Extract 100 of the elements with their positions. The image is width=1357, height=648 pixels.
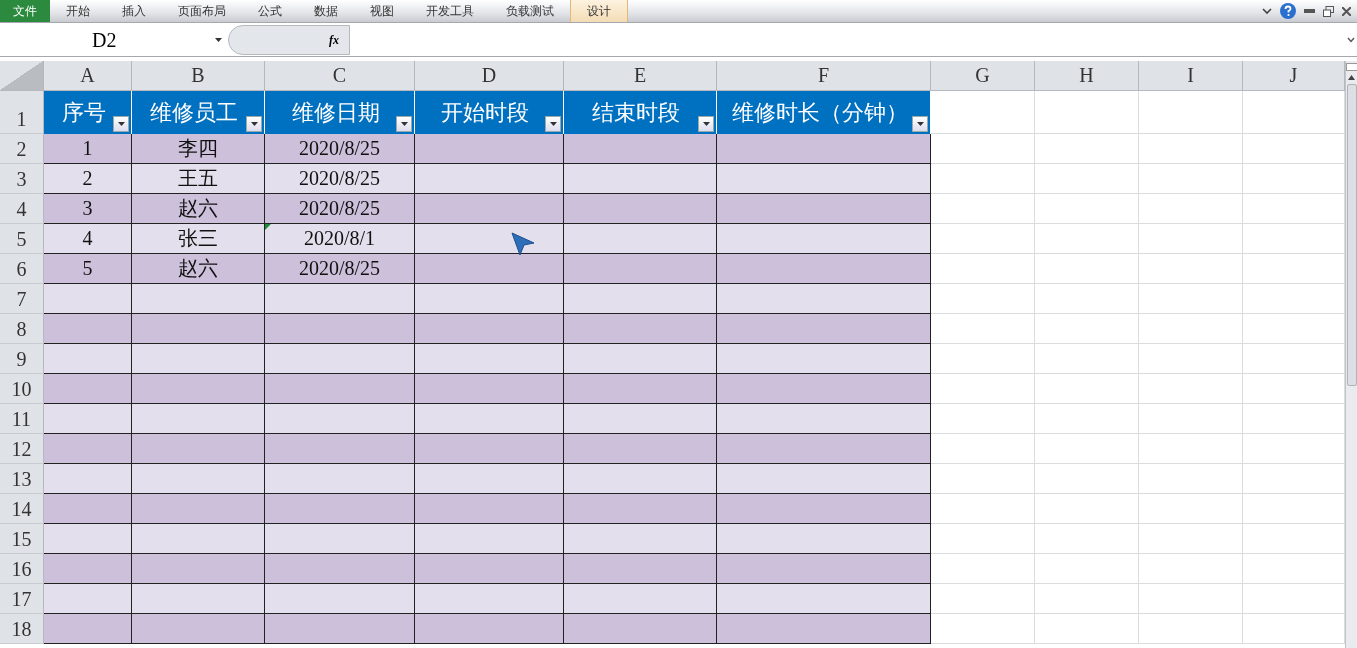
worksheet-cell[interactable] xyxy=(931,254,1035,284)
row-header[interactable]: 7 xyxy=(0,284,44,314)
worksheet-cell[interactable] xyxy=(931,554,1035,584)
column-header[interactable]: E xyxy=(564,61,717,91)
worksheet-cell[interactable] xyxy=(931,404,1035,434)
worksheet-cell[interactable] xyxy=(1035,134,1139,164)
worksheet-cell[interactable] xyxy=(931,344,1035,374)
worksheet-cell[interactable] xyxy=(1035,614,1139,644)
filter-button[interactable] xyxy=(246,116,262,132)
worksheet-cell[interactable] xyxy=(931,464,1035,494)
select-all-button[interactable] xyxy=(0,61,44,91)
ribbon-tab[interactable]: 负载测试 xyxy=(490,0,570,22)
row-header[interactable]: 5 xyxy=(0,224,44,254)
row-header[interactable]: 12 xyxy=(0,434,44,464)
worksheet-cell[interactable] xyxy=(1035,374,1139,404)
worksheet-cell[interactable] xyxy=(1139,584,1243,614)
row-header[interactable]: 16 xyxy=(0,554,44,584)
close-icon[interactable] xyxy=(1342,6,1351,16)
worksheet-cell[interactable] xyxy=(1139,224,1243,254)
ribbon-collapse-icon[interactable] xyxy=(1262,7,1272,15)
restore-icon[interactable] xyxy=(1323,5,1334,17)
ribbon-tab[interactable]: 视图 xyxy=(354,0,410,22)
row-header[interactable]: 2 xyxy=(0,134,44,164)
row-header[interactable]: 11 xyxy=(0,404,44,434)
help-icon[interactable] xyxy=(1280,3,1296,19)
ribbon-tab[interactable]: 开始 xyxy=(50,0,106,22)
ribbon-tab[interactable]: 插入 xyxy=(106,0,162,22)
ribbon-tab[interactable]: 开发工具 xyxy=(410,0,490,22)
worksheet-cell[interactable] xyxy=(1035,584,1139,614)
worksheet-cell[interactable] xyxy=(1035,254,1139,284)
worksheet-cell[interactable] xyxy=(931,164,1035,194)
scrollbar-thumb[interactable] xyxy=(1346,84,1357,386)
worksheet-cell[interactable] xyxy=(1139,134,1243,164)
worksheet-cell[interactable] xyxy=(1139,194,1243,224)
worksheet-cell[interactable] xyxy=(1035,314,1139,344)
worksheet-cell[interactable] xyxy=(1035,164,1139,194)
worksheet-cell[interactable] xyxy=(1139,314,1243,344)
worksheet-cell[interactable] xyxy=(1139,164,1243,194)
worksheet-cell[interactable] xyxy=(931,314,1035,344)
worksheet-cell[interactable] xyxy=(1139,254,1243,284)
column-header[interactable]: G xyxy=(931,61,1035,91)
column-header[interactable]: C xyxy=(265,61,415,91)
ribbon-tab[interactable]: 页面布局 xyxy=(162,0,242,22)
worksheet-cell[interactable] xyxy=(931,434,1035,464)
worksheet-cell[interactable] xyxy=(1139,91,1243,134)
worksheet-cell[interactable] xyxy=(931,91,1035,134)
column-header[interactable]: A xyxy=(44,61,132,91)
worksheet-cell[interactable] xyxy=(1139,554,1243,584)
row-header[interactable]: 10 xyxy=(0,374,44,404)
worksheet-cell[interactable] xyxy=(931,224,1035,254)
worksheet-cell[interactable] xyxy=(931,374,1035,404)
filter-button[interactable] xyxy=(912,116,928,132)
column-header[interactable]: I xyxy=(1139,61,1243,91)
column-header[interactable]: D xyxy=(415,61,564,91)
filter-button[interactable] xyxy=(396,116,412,132)
row-header[interactable]: 17 xyxy=(0,584,44,614)
worksheet-cell[interactable] xyxy=(1035,194,1139,224)
worksheet-cell[interactable] xyxy=(1035,344,1139,374)
filter-button[interactable] xyxy=(698,116,714,132)
minimize-icon[interactable] xyxy=(1304,9,1315,13)
name-box[interactable]: D2 xyxy=(0,25,228,55)
worksheet-cell[interactable] xyxy=(931,194,1035,224)
column-header[interactable]: F xyxy=(717,61,931,91)
scroll-up-icon[interactable] xyxy=(1348,75,1355,80)
worksheet-cell[interactable] xyxy=(1035,464,1139,494)
ribbon-tab[interactable]: 公式 xyxy=(242,0,298,22)
worksheet-cell[interactable] xyxy=(1139,344,1243,374)
worksheet-cell[interactable] xyxy=(931,524,1035,554)
row-header[interactable]: 15 xyxy=(0,524,44,554)
column-header[interactable]: J xyxy=(1243,61,1345,91)
worksheet-cell[interactable] xyxy=(931,614,1035,644)
worksheet-cell[interactable] xyxy=(1139,614,1243,644)
expand-icon[interactable] xyxy=(1347,37,1355,43)
worksheet-cell[interactable] xyxy=(931,134,1035,164)
worksheet-cell[interactable] xyxy=(1035,91,1139,134)
row-header[interactable]: 4 xyxy=(0,194,44,224)
worksheet-cell[interactable] xyxy=(1035,434,1139,464)
column-header[interactable]: B xyxy=(132,61,265,91)
worksheet-cell[interactable] xyxy=(1139,404,1243,434)
row-header[interactable]: 18 xyxy=(0,614,44,644)
worksheet-cell[interactable] xyxy=(1139,284,1243,314)
ribbon-tab[interactable]: 设计 xyxy=(570,0,628,22)
worksheet-cell[interactable] xyxy=(1035,224,1139,254)
worksheet-cell[interactable] xyxy=(931,284,1035,314)
row-header[interactable]: 3 xyxy=(0,164,44,194)
worksheet-cell[interactable] xyxy=(931,494,1035,524)
vertical-scrollbar[interactable] xyxy=(1345,61,1357,648)
worksheet-cell[interactable] xyxy=(1035,284,1139,314)
worksheet-cell[interactable] xyxy=(1139,494,1243,524)
filter-button[interactable] xyxy=(545,116,561,132)
worksheet-cell[interactable] xyxy=(1035,494,1139,524)
split-handle[interactable] xyxy=(1345,63,1357,71)
row-header[interactable]: 13 xyxy=(0,464,44,494)
row-header[interactable]: 1 xyxy=(0,91,44,134)
insert-function-button[interactable]: fx xyxy=(329,32,339,48)
worksheet-cell[interactable] xyxy=(1139,524,1243,554)
ribbon-tab[interactable]: 文件 xyxy=(0,0,50,22)
worksheet-cell[interactable] xyxy=(1035,524,1139,554)
worksheet-cell[interactable] xyxy=(1139,464,1243,494)
worksheet-cell[interactable] xyxy=(1035,404,1139,434)
